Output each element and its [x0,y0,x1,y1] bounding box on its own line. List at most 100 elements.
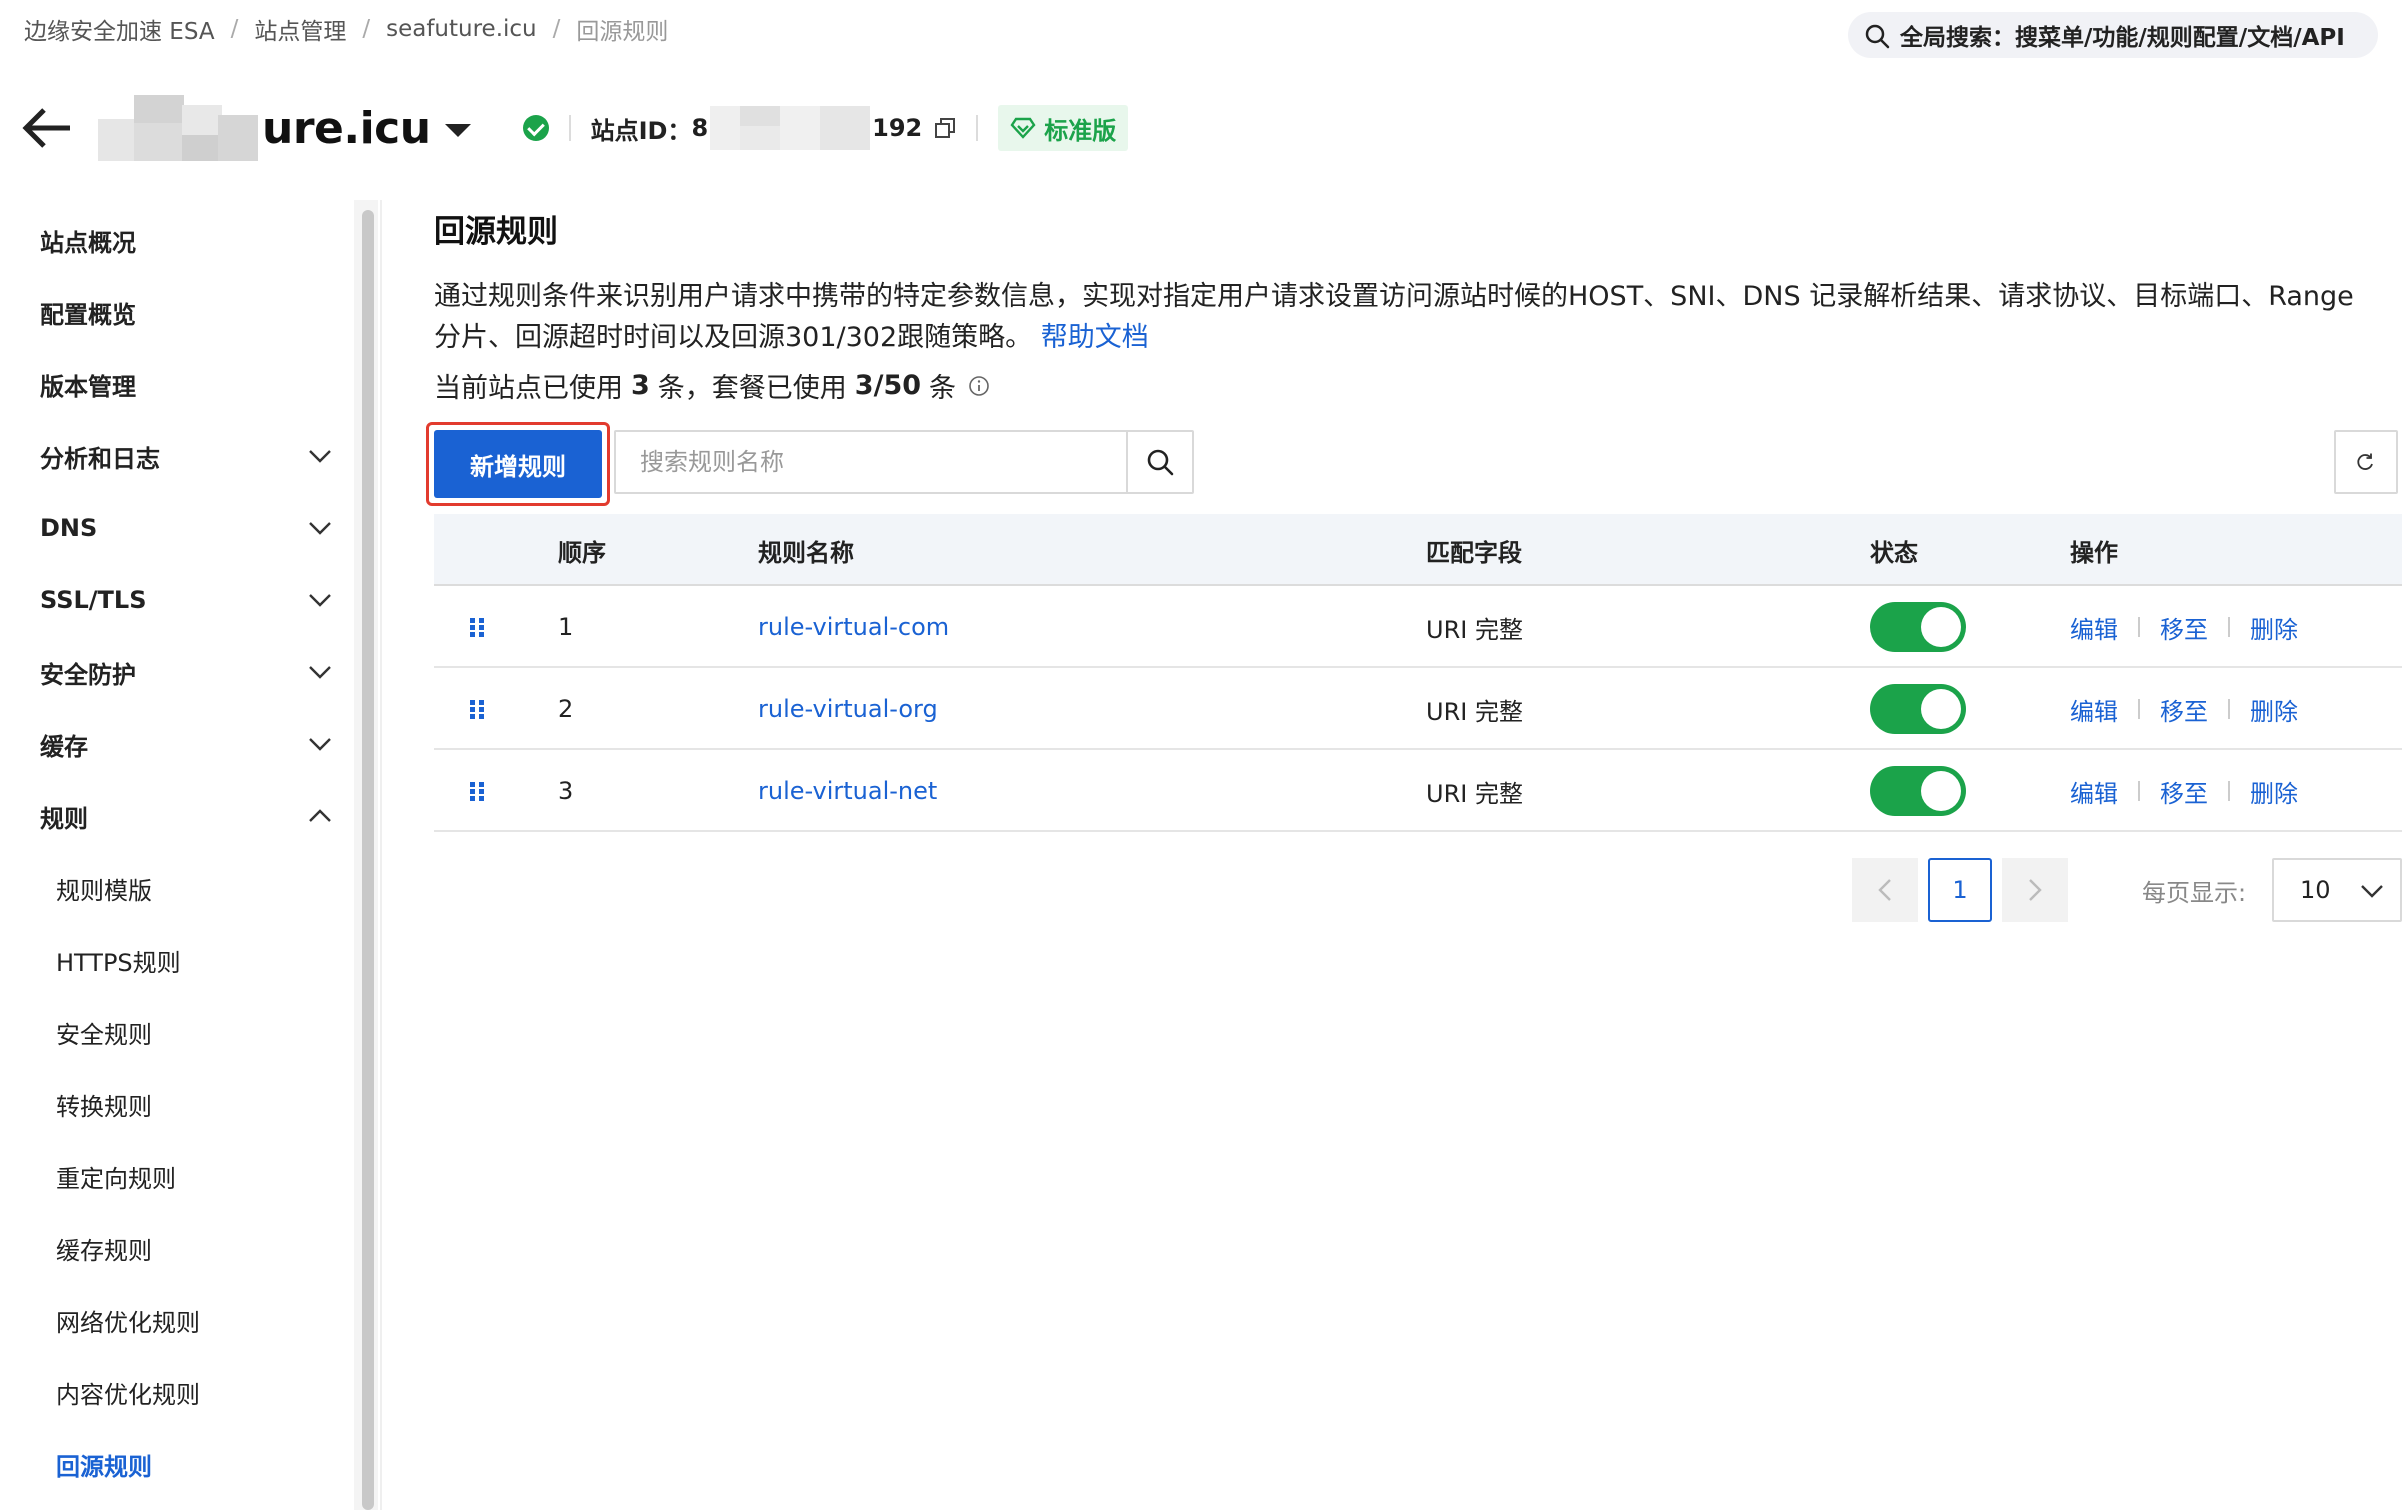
site-id-label: 站点ID： [590,116,692,145]
rule-status-toggle[interactable] [1870,766,1966,816]
rule-status [1870,586,1966,668]
delete-rule-button[interactable]: 删除 [2250,610,2298,645]
edit-rule-button[interactable]: 编辑 [2070,610,2118,645]
sidebar-subitem-redirect-rules[interactable]: 重定向规则 [56,1156,176,1196]
rule-search-input[interactable] [616,432,1126,492]
sidebar-item-security[interactable]: 安全防护 [40,652,136,692]
table-header: 顺序 规则名称 匹配字段 状态 操作 [434,514,2402,586]
sidebar-subitem-security-rules[interactable]: 安全规则 [56,1012,152,1052]
chevron-up-icon[interactable] [308,809,332,823]
rule-status-toggle[interactable] [1870,684,1966,734]
drag-handle[interactable] [468,668,486,750]
next-page-button[interactable] [2002,858,2068,922]
drag-handle[interactable] [468,586,486,668]
column-header-match: 匹配字段 [1426,538,1522,567]
action-separator [2228,781,2230,801]
global-search[interactable]: 全局搜索：搜菜单/功能/规则配置/文档/API [1848,12,2378,58]
diamond-icon [1010,117,1036,139]
search-icon [1147,449,1174,476]
sidebar-subitem-origin-rules[interactable]: 回源规则 [56,1444,152,1484]
page-size-select[interactable]: 10 [2272,858,2402,922]
sidebar-item-config-overview[interactable]: 配置概览 [40,292,136,332]
rule-order: 2 [558,695,574,723]
chevron-down-icon [2361,885,2383,898]
column-header-status: 状态 [1870,538,1918,567]
rule-name-link[interactable]: rule-virtual-com [758,586,949,668]
drag-handle-icon [470,618,484,637]
chevron-down-icon[interactable] [308,449,332,463]
sidebar-divider [380,200,382,1510]
breadcrumb-current: 回源规则 [576,19,669,45]
edit-rule-button[interactable]: 编辑 [2070,692,2118,727]
rule-actions: 编辑 移至 删除 [2070,750,2298,832]
action-separator [2138,617,2140,637]
site-name: ure.icu [262,102,431,154]
sidebar-item-cache[interactable]: 缓存 [40,724,88,764]
delete-rule-button[interactable]: 删除 [2250,692,2298,727]
sidebar-subitem-cache-rules[interactable]: 缓存规则 [56,1228,152,1268]
column-header-name: 规则名称 [758,538,854,567]
chevron-down-icon[interactable] [308,737,332,751]
rule-order: 3 [558,777,574,805]
copy-icon[interactable] [934,117,956,139]
pagination: 1 [1852,858,2068,922]
edition-badge: 标准版 [998,105,1129,151]
sidebar-subitem-rule-templates[interactable]: 规则模版 [56,868,152,908]
table-row: 1 rule-virtual-com URI 完整 编辑 移至 删除 [434,586,2402,668]
move-rule-button[interactable]: 移至 [2160,610,2208,645]
page-number[interactable]: 1 [1928,858,1992,922]
sidebar-item-ssl[interactable]: SSL/TLS [40,580,147,620]
action-separator [2138,781,2140,801]
page-size-label: 每页显示: [2142,878,2247,907]
rule-name-link[interactable]: rule-virtual-org [758,668,938,750]
sidebar-scrollbar[interactable] [362,210,374,1510]
sidebar-subitem-transform-rules[interactable]: 转换规则 [56,1084,152,1124]
edit-rule-button[interactable]: 编辑 [2070,774,2118,809]
rule-actions: 编辑 移至 删除 [2070,586,2298,668]
sidebar-item-overview[interactable]: 站点概况 [40,220,136,260]
rule-search-button[interactable] [1126,432,1192,492]
info-icon[interactable] [968,375,990,397]
caret-down-icon [444,123,471,137]
site-switcher[interactable]: ure.icu [98,95,471,161]
delete-rule-button[interactable]: 删除 [2250,774,2298,809]
breadcrumb-site-management[interactable]: 站点管理 [254,12,346,46]
rule-match-field: URI 完整 [1426,615,1523,644]
usage-count: 3 [631,370,650,401]
rule-status-toggle[interactable] [1870,602,1966,652]
global-search-label: 全局搜索：搜菜单/功能/规则配置/文档/API [1900,25,2345,51]
column-header-order[interactable]: 顺序 [558,514,606,586]
column-header-actions: 操作 [2070,538,2118,567]
chevron-down-icon[interactable] [308,593,332,607]
site-id-mask [710,106,871,150]
chevron-down-icon[interactable] [308,521,332,535]
usage-summary: 当前站点已使用 3 条，套餐已使用 3/50 条 [434,366,990,405]
back-arrow-icon[interactable] [22,106,72,150]
move-rule-button[interactable]: 移至 [2160,692,2208,727]
sidebar-subitem-network-rules[interactable]: 网络优化规则 [56,1300,200,1340]
rule-status [1870,750,1966,832]
rule-order: 1 [558,613,574,641]
sidebar-subitem-content-rules[interactable]: 内容优化规则 [56,1372,200,1412]
breadcrumb: 边缘安全加速 ESA / 站点管理 / seafuture.icu / 回源规则 [24,12,668,46]
sidebar-item-rules[interactable]: 规则 [40,796,88,836]
drag-handle-icon [470,782,484,801]
move-rule-button[interactable]: 移至 [2160,774,2208,809]
chevron-down-icon[interactable] [308,665,332,679]
breadcrumb-separator: / [362,16,371,42]
site-id-value: 8 192 [691,106,922,150]
rule-name-link[interactable]: rule-virtual-net [758,750,937,832]
action-separator [2138,699,2140,719]
prev-page-button[interactable] [1852,858,1918,922]
drag-handle[interactable] [468,750,486,832]
sidebar-subitem-https-rules[interactable]: HTTPS规则 [56,940,181,980]
breadcrumb-esa[interactable]: 边缘安全加速 ESA [24,12,215,46]
help-doc-link[interactable]: 帮助文档 [1041,322,1149,353]
breadcrumb-site[interactable]: seafuture.icu [386,16,537,42]
sidebar-item-analytics[interactable]: 分析和日志 [40,436,160,476]
add-rule-button[interactable]: 新增规则 [434,430,602,498]
sidebar-item-dns[interactable]: DNS [40,508,97,548]
chevron-left-icon [1878,879,1891,901]
refresh-button[interactable] [2334,430,2398,494]
sidebar-item-version[interactable]: 版本管理 [40,364,136,404]
